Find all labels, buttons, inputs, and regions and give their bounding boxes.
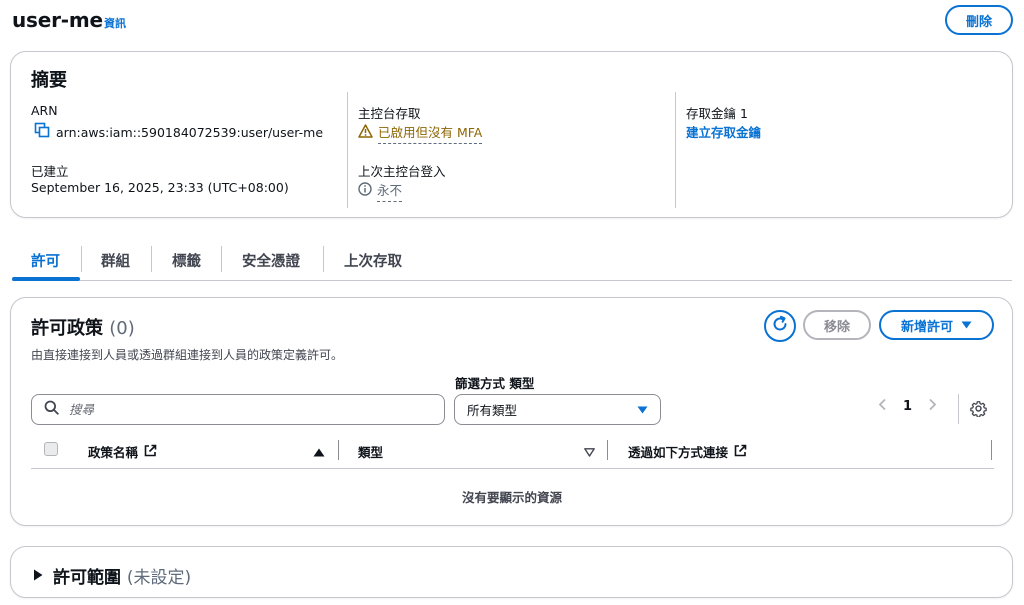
column-label: 政策名稱: [88, 445, 139, 460]
permissions-boundary-status: (未設定): [126, 568, 192, 588]
permissions-count: (0): [109, 318, 135, 339]
refresh-icon: [771, 315, 789, 337]
search-field[interactable]: [31, 394, 445, 425]
pagination: 1: [878, 398, 937, 415]
tab-separator: [81, 246, 82, 272]
info-link[interactable]: 資訊: [104, 15, 126, 31]
sort-icon[interactable]: [584, 446, 595, 461]
column-divider: [347, 92, 348, 208]
info-circle-icon: [358, 182, 372, 200]
arn-value: arn:aws:iam::590184072539:user/user-me: [56, 124, 324, 140]
column-separator: [607, 440, 608, 460]
permissions-title-text: 許可政策: [31, 318, 103, 339]
permissions-boundary-header[interactable]: 許可範圍 (未設定): [33, 563, 191, 588]
external-link-icon: [734, 444, 747, 460]
copy-icon[interactable]: [34, 122, 50, 142]
table-header: [31, 437, 994, 469]
tab-security-credentials[interactable]: 安全憑證: [242, 250, 300, 271]
caret-down-icon: [637, 402, 648, 417]
column-header-type[interactable]: 類型: [358, 442, 383, 461]
select-all-checkbox[interactable]: [44, 442, 58, 456]
tab-separator: [221, 246, 222, 272]
column-divider: [675, 92, 676, 208]
arn-row: arn:aws:iam::590184072539:user/user-me: [34, 122, 323, 142]
last-login-value: 永不: [377, 180, 403, 202]
column-label: 類型: [358, 445, 384, 460]
page-title: user-me: [12, 8, 103, 32]
gear-icon: [970, 401, 987, 421]
column-header-attached-via[interactable]: 透過如下方式連接: [628, 442, 747, 461]
delete-button[interactable]: 刪除: [945, 5, 1013, 35]
arn-label: ARN: [31, 103, 58, 118]
created-label: 已建立: [31, 164, 69, 179]
pagination-divider: [958, 394, 959, 424]
add-permissions-label: 新增許可: [900, 319, 953, 335]
filter-label: 篩選方式 類型: [455, 376, 535, 391]
column-separator: [338, 440, 339, 460]
refresh-button[interactable]: [764, 310, 796, 342]
column-separator: [991, 440, 992, 460]
create-access-key-link[interactable]: 建立存取金鑰: [686, 122, 761, 141]
created-value: September 16, 2025, 23:33 (UTC+08:00): [31, 180, 289, 195]
console-access-value: 已啟用但沒有 MFA: [378, 122, 483, 144]
search-icon: [44, 400, 59, 419]
column-header-policy-name[interactable]: 政策名稱: [88, 442, 157, 461]
summary-title: 摘要: [31, 70, 67, 91]
add-permissions-button[interactable]: 新增許可: [879, 310, 994, 340]
next-page-icon[interactable]: [928, 398, 937, 415]
tabs-baseline: [12, 280, 1012, 281]
table-settings-button[interactable]: [970, 400, 987, 421]
type-filter-value: 所有類型: [467, 403, 518, 418]
tab-separator: [323, 246, 324, 272]
last-login-label: 上次主控台登入: [358, 164, 446, 179]
empty-state-message: 沒有要顯示的資源: [461, 490, 562, 505]
search-input[interactable]: [69, 402, 409, 417]
tab-tags[interactable]: 標籤: [172, 250, 201, 271]
tab-last-accessed[interactable]: 上次存取: [344, 250, 402, 271]
tab-separator: [151, 246, 152, 272]
active-tab-indicator: [12, 277, 80, 281]
last-login-status[interactable]: 永不: [358, 180, 403, 202]
sort-ascending-icon[interactable]: [313, 446, 325, 461]
permissions-title: 許可政策 (0): [31, 314, 135, 340]
console-access-status[interactable]: 已啟用但沒有 MFA: [358, 122, 483, 144]
tab-groups[interactable]: 群組: [101, 250, 130, 271]
expand-caret-icon: [33, 566, 43, 586]
access-key-label: 存取金鑰 1: [686, 106, 748, 121]
type-filter-select[interactable]: 所有類型: [454, 394, 661, 425]
previous-page-icon[interactable]: [878, 398, 887, 415]
console-access-label: 主控台存取: [358, 106, 421, 121]
caret-down-icon: [961, 318, 972, 333]
external-link-icon: [144, 444, 157, 460]
column-label: 透過如下方式連接: [628, 445, 729, 460]
remove-button[interactable]: 移除: [803, 310, 871, 340]
warning-icon: [358, 124, 373, 142]
tab-permissions[interactable]: 許可: [31, 250, 60, 271]
page-number[interactable]: 1: [903, 399, 912, 414]
permissions-boundary-title: 許可範圍: [53, 568, 121, 588]
permissions-description: 由直接連接到人員或透過群組連接到人員的政策定義許可。: [31, 348, 344, 362]
